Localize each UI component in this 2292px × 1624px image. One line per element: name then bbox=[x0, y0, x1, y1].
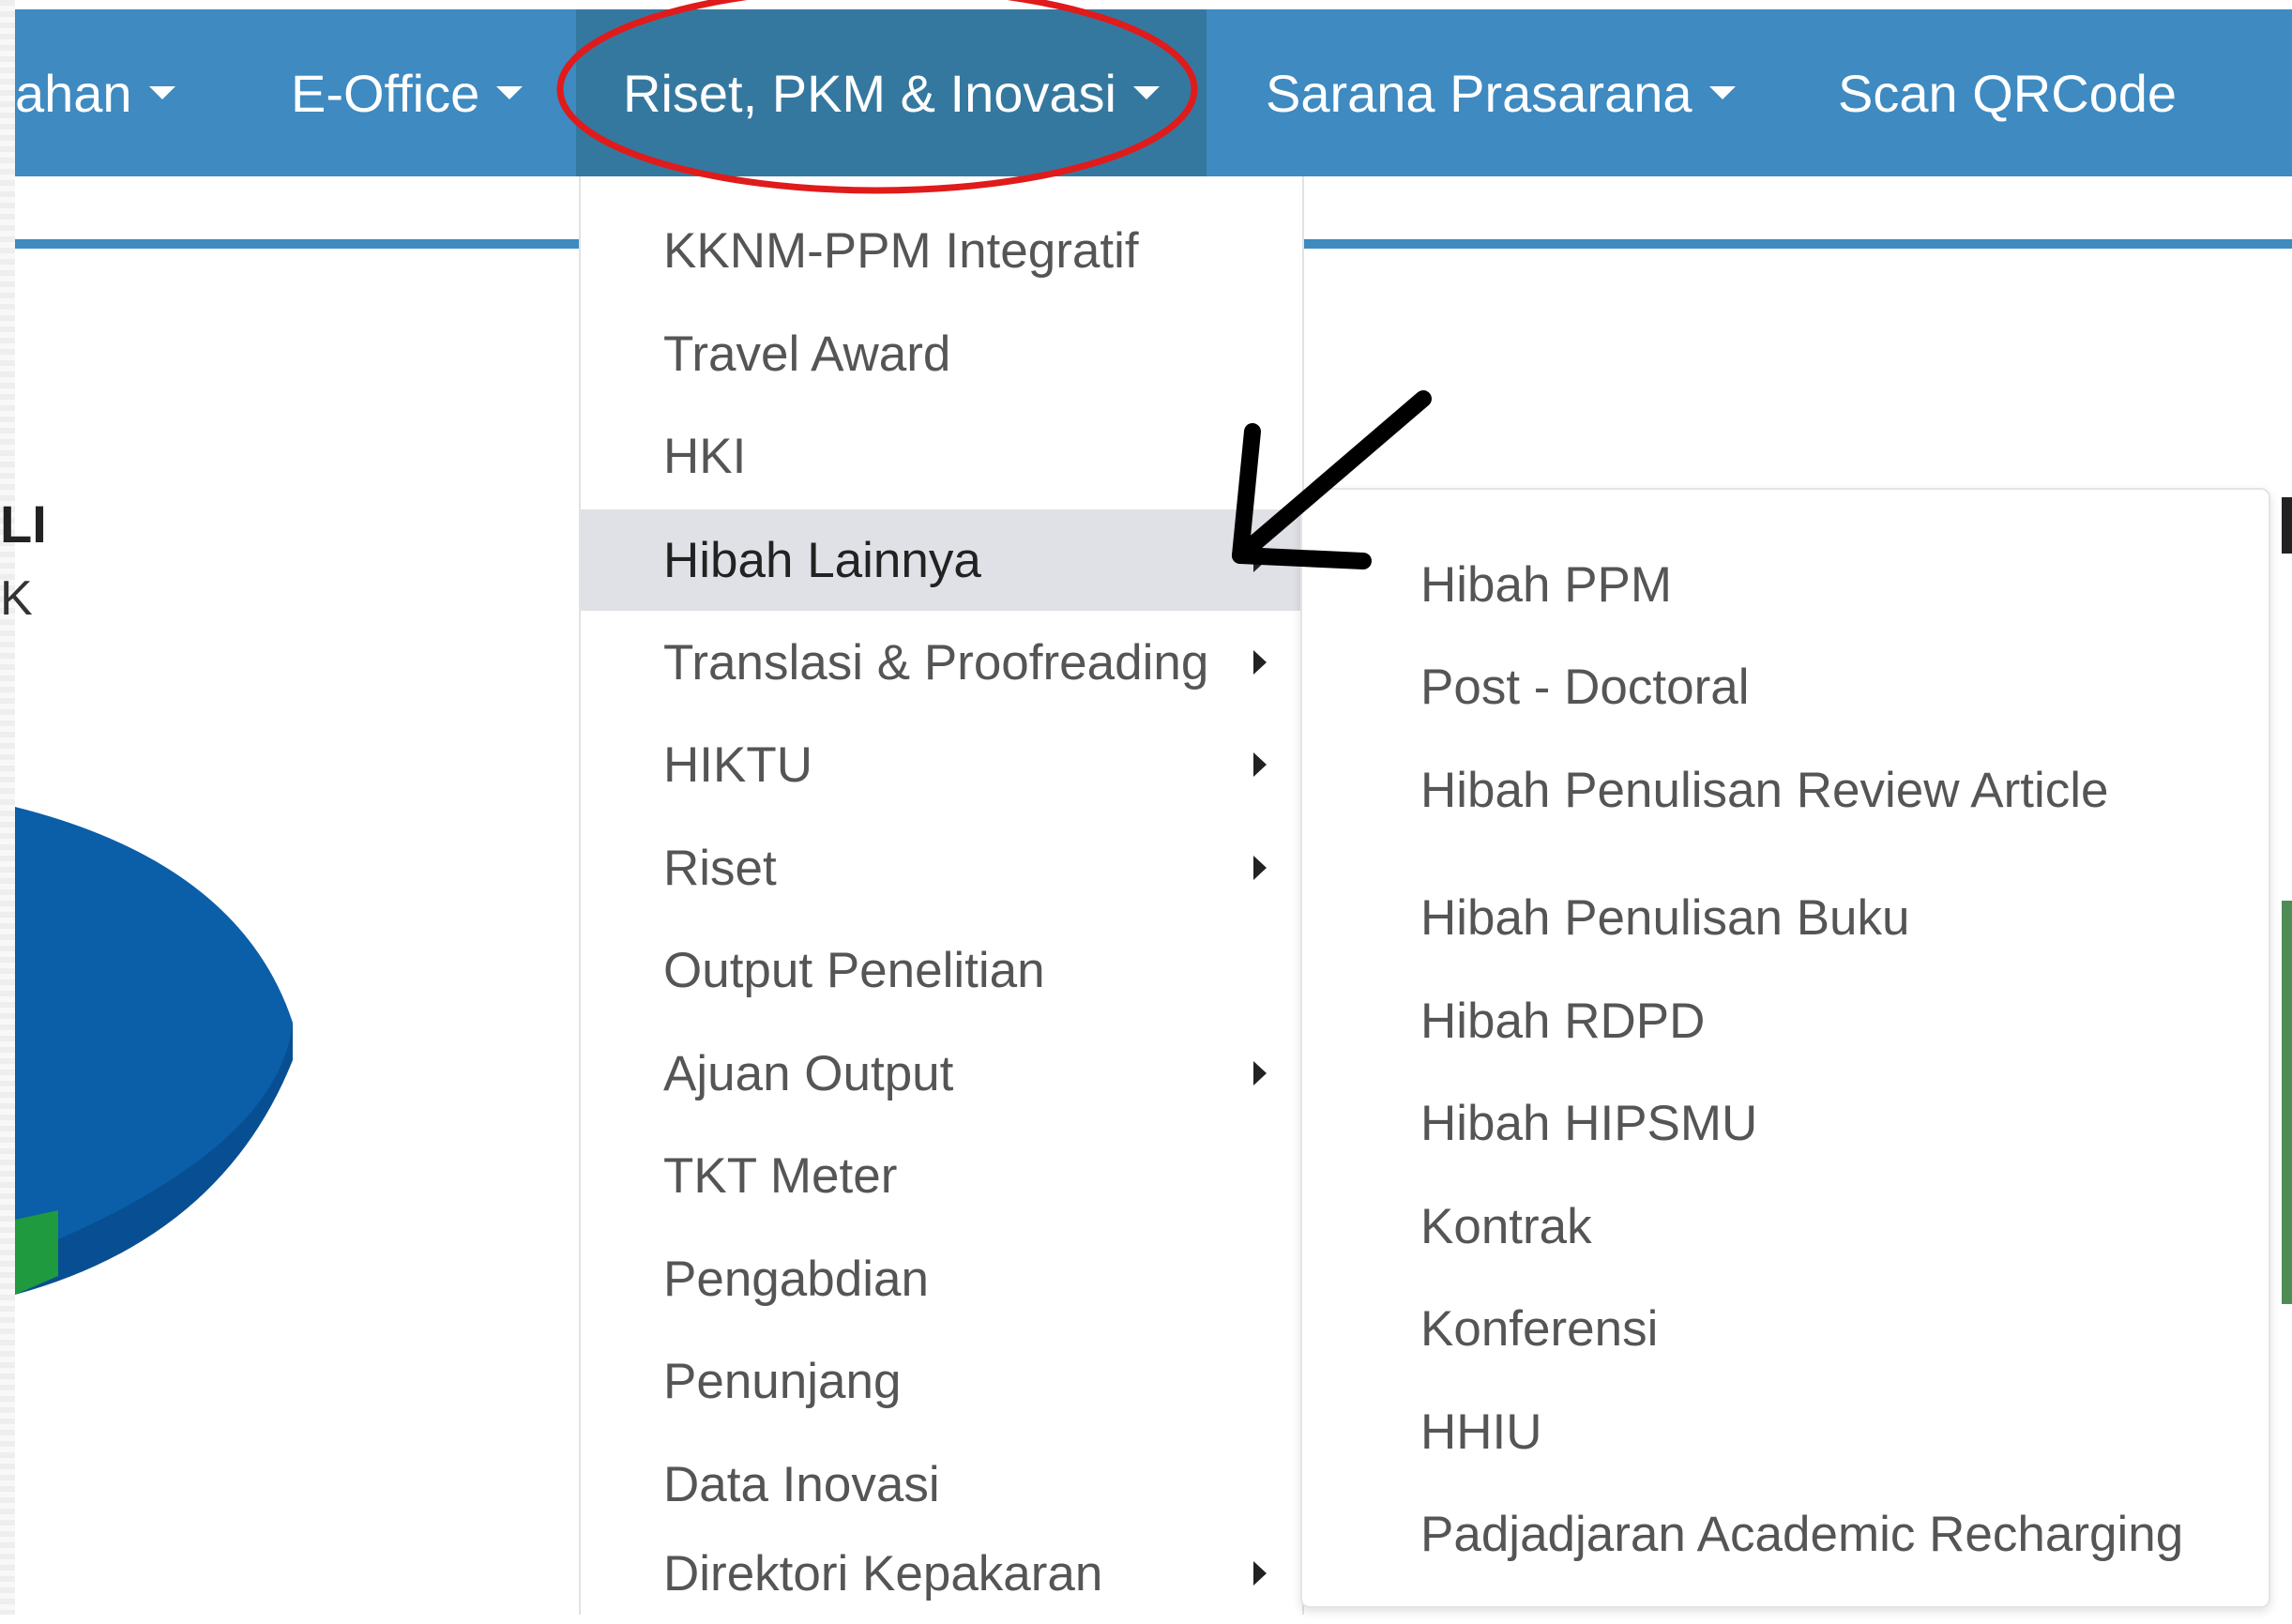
menu-item-riset[interactable]: Riset bbox=[581, 817, 1302, 918]
menu-item-label: Output Penelitian bbox=[663, 942, 1045, 998]
submenu-item-label: Kontrak bbox=[1420, 1198, 1592, 1254]
section-subtitle-fragment: K bbox=[0, 571, 33, 626]
section-title-fragment: LI bbox=[0, 494, 47, 554]
caret-right-icon bbox=[1253, 1061, 1267, 1085]
nav-item-label: Sarana Prasarana bbox=[1266, 63, 1692, 123]
hibah-lainnya-submenu: Hibah PPM Post - Doctoral Hibah Penulisa… bbox=[1300, 488, 2270, 1608]
nav-item-scan-qrcode[interactable]: Scan QRCode bbox=[1838, 9, 2177, 176]
nav-item-label: E-Office bbox=[291, 63, 480, 123]
caret-down-icon bbox=[496, 86, 524, 99]
submenu-item-hibah-penulisan-review-article[interactable]: Hibah Penulisan Review Article bbox=[1302, 743, 2269, 837]
submenu-item-label: Hibah RDPD bbox=[1420, 993, 1706, 1049]
menu-item-label: Pengabdian bbox=[663, 1251, 929, 1307]
submenu-item-label: Padjadjaran Academic Recharging bbox=[1420, 1506, 2184, 1562]
menu-item-label: HIKTU bbox=[663, 736, 812, 793]
menu-item-label: HKI bbox=[663, 428, 747, 484]
menu-item-label: Travel Award bbox=[663, 326, 951, 382]
submenu-item-label: Hibah Penulisan Buku bbox=[1420, 889, 1910, 946]
submenu-item-padjadjaran-academic-recharging[interactable]: Padjadjaran Academic Recharging bbox=[1302, 1487, 2269, 1581]
caret-down-icon bbox=[1708, 86, 1736, 99]
submenu-item-label: Hibah HIPSMU bbox=[1420, 1095, 1758, 1151]
submenu-item-hhiu[interactable]: HHIU bbox=[1302, 1385, 2269, 1479]
nav-item-label: Riset, PKM & Inovasi bbox=[623, 63, 1116, 123]
submenu-item-label: Hibah Penulisan Review Article bbox=[1420, 762, 2109, 818]
submenu-item-hibah-penulisan-buku[interactable]: Hibah Penulisan Buku bbox=[1302, 871, 2269, 964]
background-image-fragment bbox=[2282, 901, 2292, 1304]
menu-item-pengabdian[interactable]: Pengabdian bbox=[581, 1228, 1302, 1329]
menu-item-direktori-kepakaran[interactable]: Direktori Kepakaran bbox=[581, 1523, 1302, 1624]
menu-item-label: Hibah Lainnya bbox=[663, 532, 981, 588]
submenu-item-label: Post - Doctoral bbox=[1420, 659, 1750, 715]
nav-item-label: Scan QRCode bbox=[1838, 63, 2178, 123]
menu-item-data-inovasi[interactable]: Data Inovasi bbox=[581, 1434, 1302, 1535]
background-fragment bbox=[2282, 497, 2292, 554]
nav-item-riset-pkm-inovasi[interactable]: Riset, PKM & Inovasi bbox=[576, 9, 1207, 176]
menu-item-label: Ajuan Output bbox=[663, 1045, 954, 1101]
submenu-item-post-doctoral[interactable]: Post - Doctoral bbox=[1302, 640, 2269, 734]
caret-down-icon bbox=[148, 86, 175, 99]
menu-item-translasi-proofreading[interactable]: Translasi & Proofreading bbox=[581, 612, 1302, 713]
menu-item-hiktu[interactable]: HIKTU bbox=[581, 714, 1302, 815]
pie-slice-blue-top bbox=[15, 807, 293, 1257]
caret-right-icon bbox=[1253, 856, 1267, 880]
menu-item-kknm-ppm-integratif[interactable]: KKNM-PPM Integratif bbox=[581, 200, 1302, 301]
menu-item-output-penelitian[interactable]: Output Penelitian bbox=[581, 919, 1302, 1021]
caret-right-icon bbox=[1253, 752, 1267, 777]
menu-item-ajuan-output[interactable]: Ajuan Output bbox=[581, 1023, 1302, 1124]
submenu-item-hibah-rdpd[interactable]: Hibah RDPD bbox=[1302, 974, 2269, 1068]
nav-item-sarana-prasarana[interactable]: Sarana Prasarana bbox=[1266, 9, 1736, 176]
menu-item-label: Penunjang bbox=[663, 1353, 902, 1409]
submenu-item-hibah-ppm[interactable]: Hibah PPM bbox=[1302, 538, 2269, 631]
submenu-item-label: Hibah PPM bbox=[1420, 556, 1673, 613]
submenu-item-hibah-hipsmu[interactable]: Hibah HIPSMU bbox=[1302, 1076, 2269, 1170]
caret-down-icon bbox=[1132, 86, 1160, 99]
nav-item-pemerintahan[interactable]: ahan bbox=[15, 9, 175, 176]
menu-item-label: Translasi & Proofreading bbox=[663, 634, 1209, 691]
menu-item-label: TKT Meter bbox=[663, 1147, 898, 1204]
pie-chart-fragment bbox=[15, 788, 296, 1318]
nav-item-label: ahan bbox=[15, 63, 132, 123]
riset-dropdown-menu: KKNM-PPM Integratif Travel Award HKI Hib… bbox=[579, 176, 1304, 1615]
menu-item-hki[interactable]: HKI bbox=[581, 405, 1302, 507]
menu-item-travel-award[interactable]: Travel Award bbox=[581, 303, 1302, 404]
menu-item-hibah-lainnya[interactable]: Hibah Lainnya bbox=[581, 509, 1302, 611]
nav-item-e-office[interactable]: E-Office bbox=[291, 9, 524, 176]
menu-item-penunjang[interactable]: Penunjang bbox=[581, 1330, 1302, 1432]
submenu-item-label: Konferensi bbox=[1420, 1300, 1659, 1357]
caret-right-icon bbox=[1253, 548, 1267, 572]
submenu-item-konferensi[interactable]: Konferensi bbox=[1302, 1282, 2269, 1375]
menu-item-tkt-meter[interactable]: TKT Meter bbox=[581, 1125, 1302, 1226]
menu-item-label: KKNM-PPM Integratif bbox=[663, 222, 1139, 279]
page-header-rule bbox=[15, 239, 579, 249]
left-edge-strip bbox=[0, 0, 15, 1615]
menu-item-label: Riset bbox=[663, 840, 777, 896]
menu-item-label: Direktori Kepakaran bbox=[663, 1545, 1103, 1601]
page-header-rule bbox=[1302, 239, 2292, 249]
caret-right-icon bbox=[1253, 1561, 1267, 1586]
submenu-item-kontrak[interactable]: Kontrak bbox=[1302, 1179, 2269, 1273]
caret-right-icon bbox=[1253, 650, 1267, 675]
menu-item-label: Data Inovasi bbox=[663, 1456, 940, 1512]
submenu-item-label: HHIU bbox=[1420, 1404, 1542, 1460]
